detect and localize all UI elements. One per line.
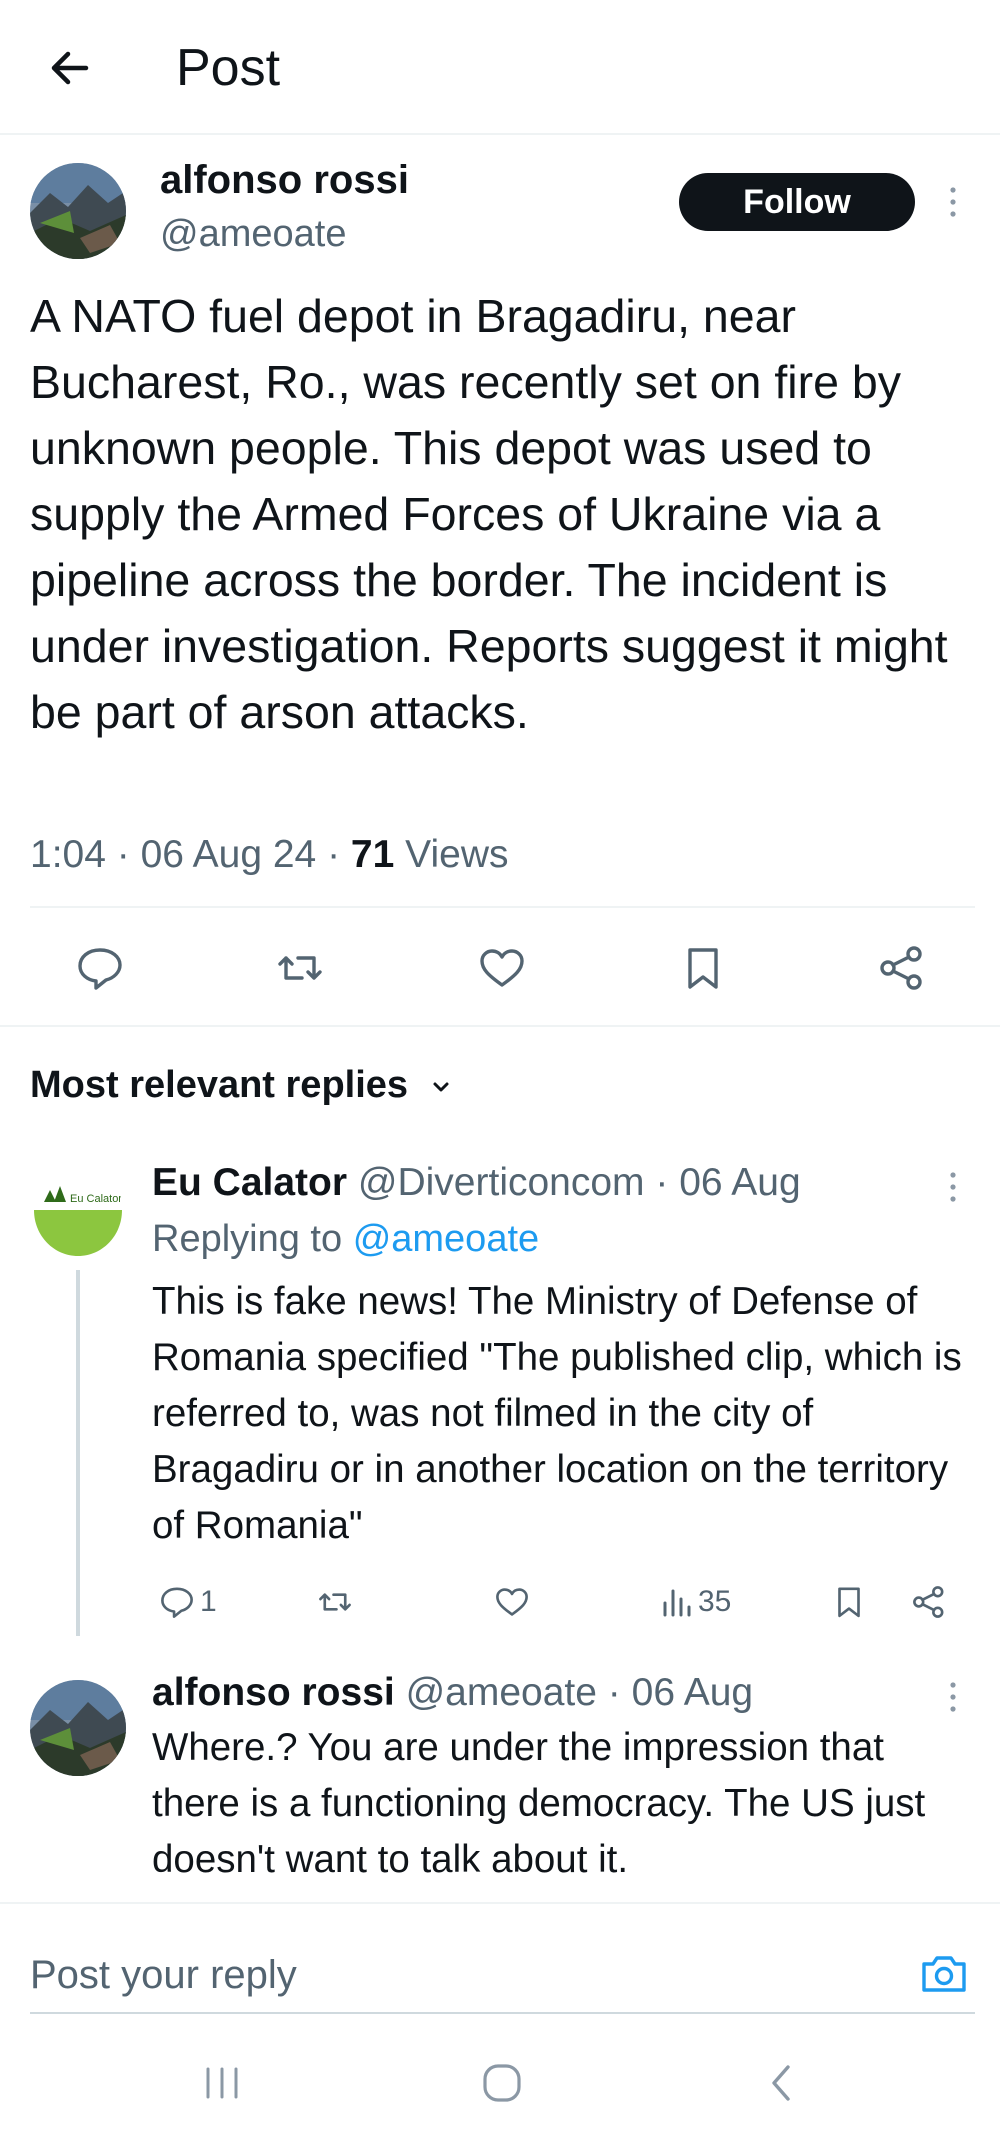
- repost-button[interactable]: [270, 938, 330, 998]
- reply-reply-button[interactable]: 1: [158, 1577, 217, 1627]
- reply-text: This is fake news! The Ministry of Defen…: [152, 1280, 962, 1547]
- reply-header: alfonso rossi @ameoate · 06 Aug: [152, 1671, 754, 1714]
- follow-button[interactable]: Follow: [679, 173, 915, 231]
- repost-icon: [319, 1593, 351, 1611]
- recent-apps-button[interactable]: [182, 2048, 262, 2118]
- author-handle[interactable]: @ameoate: [160, 213, 346, 256]
- camera-button[interactable]: [918, 1948, 970, 2000]
- repost-icon: [278, 956, 322, 980]
- composer-divider: [0, 1902, 1000, 1904]
- replying-to: Replying to @ameoate: [152, 1214, 539, 1264]
- bookmark-icon: [688, 948, 718, 989]
- meta-divider: [30, 906, 975, 908]
- post-time[interactable]: 1:04: [30, 833, 106, 876]
- thread-line: [76, 1270, 80, 1636]
- reply-more-options-button[interactable]: [943, 1677, 963, 1717]
- reply-author-name[interactable]: alfonso rossi: [152, 1671, 395, 1714]
- reply-author-handle[interactable]: @ameoate: [406, 1671, 597, 1714]
- reply-author-name[interactable]: Eu Calator: [152, 1161, 347, 1204]
- reply-avatar[interactable]: [30, 1680, 126, 1776]
- post-text: A NATO fuel depot in Bragadiru, near Buc…: [30, 290, 948, 738]
- reply-bookmark-button[interactable]: [830, 1577, 868, 1627]
- reply-views-button[interactable]: 35: [660, 1577, 731, 1627]
- reply-repost-button[interactable]: [316, 1577, 354, 1627]
- recent-apps-icon: [206, 2067, 238, 2099]
- bookmark-icon: [838, 1587, 860, 1618]
- replies-sort-selector[interactable]: Most relevant replies: [30, 1060, 455, 1110]
- post-date[interactable]: 06 Aug 24: [141, 833, 317, 876]
- views-label: Views: [405, 833, 509, 876]
- reply-date[interactable]: 06 Aug: [679, 1161, 800, 1204]
- author-name[interactable]: alfonso rossi: [160, 158, 409, 203]
- author-avatar[interactable]: [30, 163, 126, 259]
- reply-icon: [78, 948, 122, 990]
- reply-avatar-logo-text: Eu Calator: [70, 1193, 122, 1205]
- reply-text: Where.? You are under the impression tha…: [152, 1726, 926, 1881]
- reply-avatar[interactable]: Eu Calator: [30, 1170, 126, 1266]
- views-count: 71: [350, 833, 395, 876]
- replies-sort-label: Most relevant replies: [30, 1064, 409, 1106]
- bookmark-button[interactable]: [673, 938, 733, 998]
- views-icon: [663, 1589, 691, 1617]
- reply-input[interactable]: Post your reply: [30, 1950, 297, 2000]
- like-icon: [496, 1588, 528, 1616]
- replying-to-handle[interactable]: @ameoate: [353, 1218, 539, 1260]
- camera-icon: [922, 1956, 966, 1992]
- like-button[interactable]: [472, 938, 532, 998]
- back-arrow-icon: [51, 51, 89, 85]
- more-vertical-icon: [950, 187, 956, 217]
- share-button[interactable]: [872, 938, 932, 998]
- post-meta: 1:04 · 06 Aug 24 · 71 Views: [30, 833, 509, 876]
- reply-button[interactable]: [70, 938, 130, 998]
- more-vertical-icon: [950, 1172, 956, 1202]
- more-options-button[interactable]: [943, 182, 963, 222]
- reply-reply-count: 1: [200, 1585, 217, 1618]
- reply-share-button[interactable]: [910, 1577, 948, 1627]
- reply-header: Eu Calator @Diverticoncom · 06 Aug: [152, 1161, 801, 1204]
- back-icon: [772, 2065, 790, 2101]
- home-icon: [483, 2064, 521, 2102]
- system-back-button[interactable]: [742, 2048, 822, 2118]
- page-title: Post: [176, 39, 281, 97]
- reply-like-button[interactable]: [493, 1577, 531, 1627]
- reply-date[interactable]: 06 Aug: [632, 1671, 753, 1714]
- header-divider: [0, 133, 1000, 135]
- back-arrow-button[interactable]: [40, 38, 100, 98]
- more-vertical-icon: [950, 1682, 956, 1712]
- share-icon: [913, 1586, 944, 1618]
- reply-views-count: 35: [698, 1585, 732, 1618]
- replying-to-prefix: Replying to: [152, 1218, 343, 1260]
- chevron-down-icon: [433, 1082, 449, 1092]
- composer-underline: [30, 2012, 975, 2014]
- like-icon: [480, 949, 524, 987]
- reply-more-options-button[interactable]: [943, 1167, 963, 1207]
- reply-icon: [161, 1587, 193, 1618]
- share-icon: [880, 946, 922, 990]
- actions-divider: [0, 1025, 1000, 1027]
- reply-author-handle[interactable]: @Diverticoncom: [358, 1161, 645, 1204]
- home-button[interactable]: [462, 2048, 542, 2118]
